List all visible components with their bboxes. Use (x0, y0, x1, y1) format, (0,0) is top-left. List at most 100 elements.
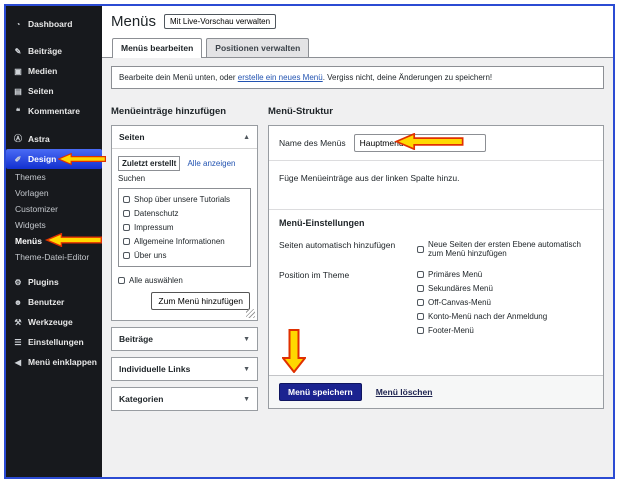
page-item-label: Über uns (134, 251, 166, 260)
page-checkbox-row[interactable]: Shop über unsere Tutorials (123, 195, 246, 204)
sidebar-item-label: Beiträge (28, 46, 62, 56)
sidebar-item-tools[interactable]: ⚒ Werkzeuge (6, 312, 102, 332)
edit-menu-notice: Bearbeite dein Menü unten, oder erstelle… (111, 66, 604, 89)
checkbox-icon[interactable] (123, 210, 130, 217)
pages-checklist: Shop über unsere Tutorials Datenschutz I… (118, 188, 251, 267)
page-checkbox-row[interactable]: Datenschutz (123, 209, 246, 218)
sidebar-subitem-themes[interactable]: Themes (6, 169, 102, 185)
categories-accordion-header[interactable]: Kategorien ▼ (112, 388, 257, 410)
position-option-label: Off-Canvas-Menü (428, 298, 491, 307)
chevron-down-icon[interactable]: ▼ (243, 396, 250, 403)
sidebar-item-users[interactable]: ☻ Benutzer (6, 292, 102, 312)
design-icon: ✐ (13, 155, 23, 164)
posts-accordion-header[interactable]: Beiträge ▼ (112, 328, 257, 350)
sidebar-item-comments[interactable]: ❝ Kommentare (6, 101, 102, 121)
sidebar-item-dashboard[interactable]: ◔ Dashboard (6, 14, 102, 34)
page-item-label: Shop über unsere Tutorials (134, 195, 230, 204)
checkbox-icon[interactable] (417, 327, 424, 334)
tab-edit-menus[interactable]: Menüs bearbeiten (112, 38, 202, 58)
position-option-account[interactable]: Konto-Menü nach der Anmeldung (417, 312, 547, 321)
pages-accordion-label: Seiten (119, 132, 145, 142)
live-preview-button[interactable]: Mit Live-Vorschau verwalten (164, 14, 276, 29)
page-checkbox-row[interactable]: Über uns (123, 251, 246, 260)
checkbox-icon[interactable] (417, 285, 424, 292)
add-menu-items-column: Menüeinträge hinzufügen Seiten ▲ Zuletzt… (111, 97, 258, 411)
collapse-icon: ◀ (13, 358, 23, 367)
posts-accordion-label: Beiträge (119, 334, 153, 344)
sidebar-item-design[interactable]: ✐ Design (6, 149, 102, 169)
checkbox-icon[interactable] (417, 313, 424, 320)
create-new-menu-link[interactable]: erstelle ein neues Menü (238, 73, 323, 82)
page-item-label: Datenschutz (134, 209, 178, 218)
sidebar-item-pages[interactable]: ▤ Seiten (6, 81, 102, 101)
sidebar-item-label: Astra (28, 134, 50, 144)
menu-name-row: Name des Menüs (269, 126, 603, 161)
page-checkbox-row[interactable]: Impressum (123, 223, 246, 232)
sidebar-item-media[interactable]: ▣ Medien (6, 61, 102, 81)
tab-manage-locations[interactable]: Positionen verwalten (206, 38, 309, 57)
sidebar-subitem-menus[interactable]: Menüs (6, 233, 102, 249)
chevron-down-icon[interactable]: ▼ (243, 366, 250, 373)
sidebar-subitem-widgets[interactable]: Widgets (6, 217, 102, 233)
custom-links-accordion-header[interactable]: Individuelle Links ▼ (112, 358, 257, 380)
checkbox-icon[interactable] (118, 277, 125, 284)
save-menu-footer: Menü speichern Menü löschen (269, 375, 603, 408)
sidebar-separator (6, 265, 102, 272)
sidebar-item-astra[interactable]: Ⓐ Astra (6, 128, 102, 149)
sidebar-item-settings[interactable]: ☰ Einstellungen (6, 332, 102, 352)
sidebar-item-label: Plugins (28, 277, 59, 287)
sidebar-subitem-theme-editor[interactable]: Theme-Datei-Editor (6, 249, 102, 265)
sidebar-item-posts[interactable]: ✎ Beiträge (6, 41, 102, 61)
checkbox-icon[interactable] (417, 271, 424, 278)
checkbox-icon[interactable] (123, 252, 130, 259)
position-option-footer[interactable]: Footer-Menü (417, 326, 547, 335)
sidebar-item-plugins[interactable]: ⚙ Plugins (6, 272, 102, 292)
filter-tab-recent[interactable]: Zuletzt erstellt (118, 156, 180, 171)
position-option-label: Footer-Menü (428, 326, 474, 335)
media-icon: ▣ (13, 67, 23, 76)
auto-add-pages-option[interactable]: Neue Seiten der ersten Ebene automatisch… (417, 240, 593, 258)
sidebar-item-collapse-menu[interactable]: ◀ Menü einklappen (6, 352, 102, 372)
dashboard-icon: ◔ (13, 20, 23, 29)
position-option-primary[interactable]: Primäres Menü (417, 270, 547, 279)
delete-menu-link[interactable]: Menü löschen (376, 387, 433, 397)
checkbox-icon[interactable] (123, 238, 130, 245)
save-menu-button[interactable]: Menü speichern (279, 383, 362, 401)
screenshot-frame: ◔ Dashboard ✎ Beiträge ▣ Medien ▤ Seiten… (0, 0, 619, 483)
add-to-menu-button[interactable]: Zum Menü hinzufügen (151, 292, 250, 310)
notice-text: . Vergiss nicht, deine Änderungen zu spe… (323, 73, 492, 82)
menu-name-input[interactable] (354, 134, 486, 152)
pages-accordion: Seiten ▲ Zuletzt erstellt Alle anzeigen … (111, 125, 258, 321)
categories-accordion: Kategorien ▼ (111, 387, 258, 411)
menu-structure-panel: Name des Menüs Füge Menüeinträge aus der… (268, 125, 604, 409)
checkbox-icon[interactable] (123, 196, 130, 203)
menu-name-label: Name des Menüs (279, 138, 346, 148)
sidebar-separator (6, 121, 102, 128)
position-option-offcanvas[interactable]: Off-Canvas-Menü (417, 298, 547, 307)
theme-position-label: Position im Theme (279, 270, 417, 335)
select-all-row[interactable]: Alle auswählen (118, 276, 251, 285)
position-option-secondary[interactable]: Sekundäres Menü (417, 284, 547, 293)
sidebar-item-label: Menü einklappen (28, 357, 97, 367)
chevron-down-icon[interactable]: ▼ (243, 336, 250, 343)
sidebar-item-label: Design (28, 154, 56, 164)
auto-add-option-label: Neue Seiten der ersten Ebene automatisch… (428, 240, 593, 258)
resize-handle[interactable] (246, 309, 255, 318)
filter-tab-view-all[interactable]: Alle anzeigen (187, 159, 235, 168)
admin-window: ◔ Dashboard ✎ Beiträge ▣ Medien ▤ Seiten… (4, 4, 615, 479)
filter-tab-search[interactable]: Suchen (118, 174, 251, 183)
chevron-up-icon[interactable]: ▲ (243, 134, 250, 141)
page-checkbox-row[interactable]: Allgemeine Informationen (123, 237, 246, 246)
checkbox-icon[interactable] (417, 299, 424, 306)
sidebar-item-label: Werkzeuge (28, 317, 73, 327)
pages-accordion-header[interactable]: Seiten ▲ (112, 126, 257, 149)
checkbox-icon[interactable] (123, 224, 130, 231)
sidebar-subitem-customizer[interactable]: Customizer (6, 201, 102, 217)
comments-icon: ❝ (13, 107, 23, 116)
admin-sidebar: ◔ Dashboard ✎ Beiträge ▣ Medien ▤ Seiten… (6, 6, 102, 477)
page-title: Menüs (111, 13, 156, 30)
sidebar-item-label: Benutzer (28, 297, 64, 307)
sidebar-item-label: Dashboard (28, 19, 72, 29)
checkbox-icon[interactable] (417, 246, 424, 253)
sidebar-subitem-vorlagen[interactable]: Vorlagen (6, 185, 102, 201)
